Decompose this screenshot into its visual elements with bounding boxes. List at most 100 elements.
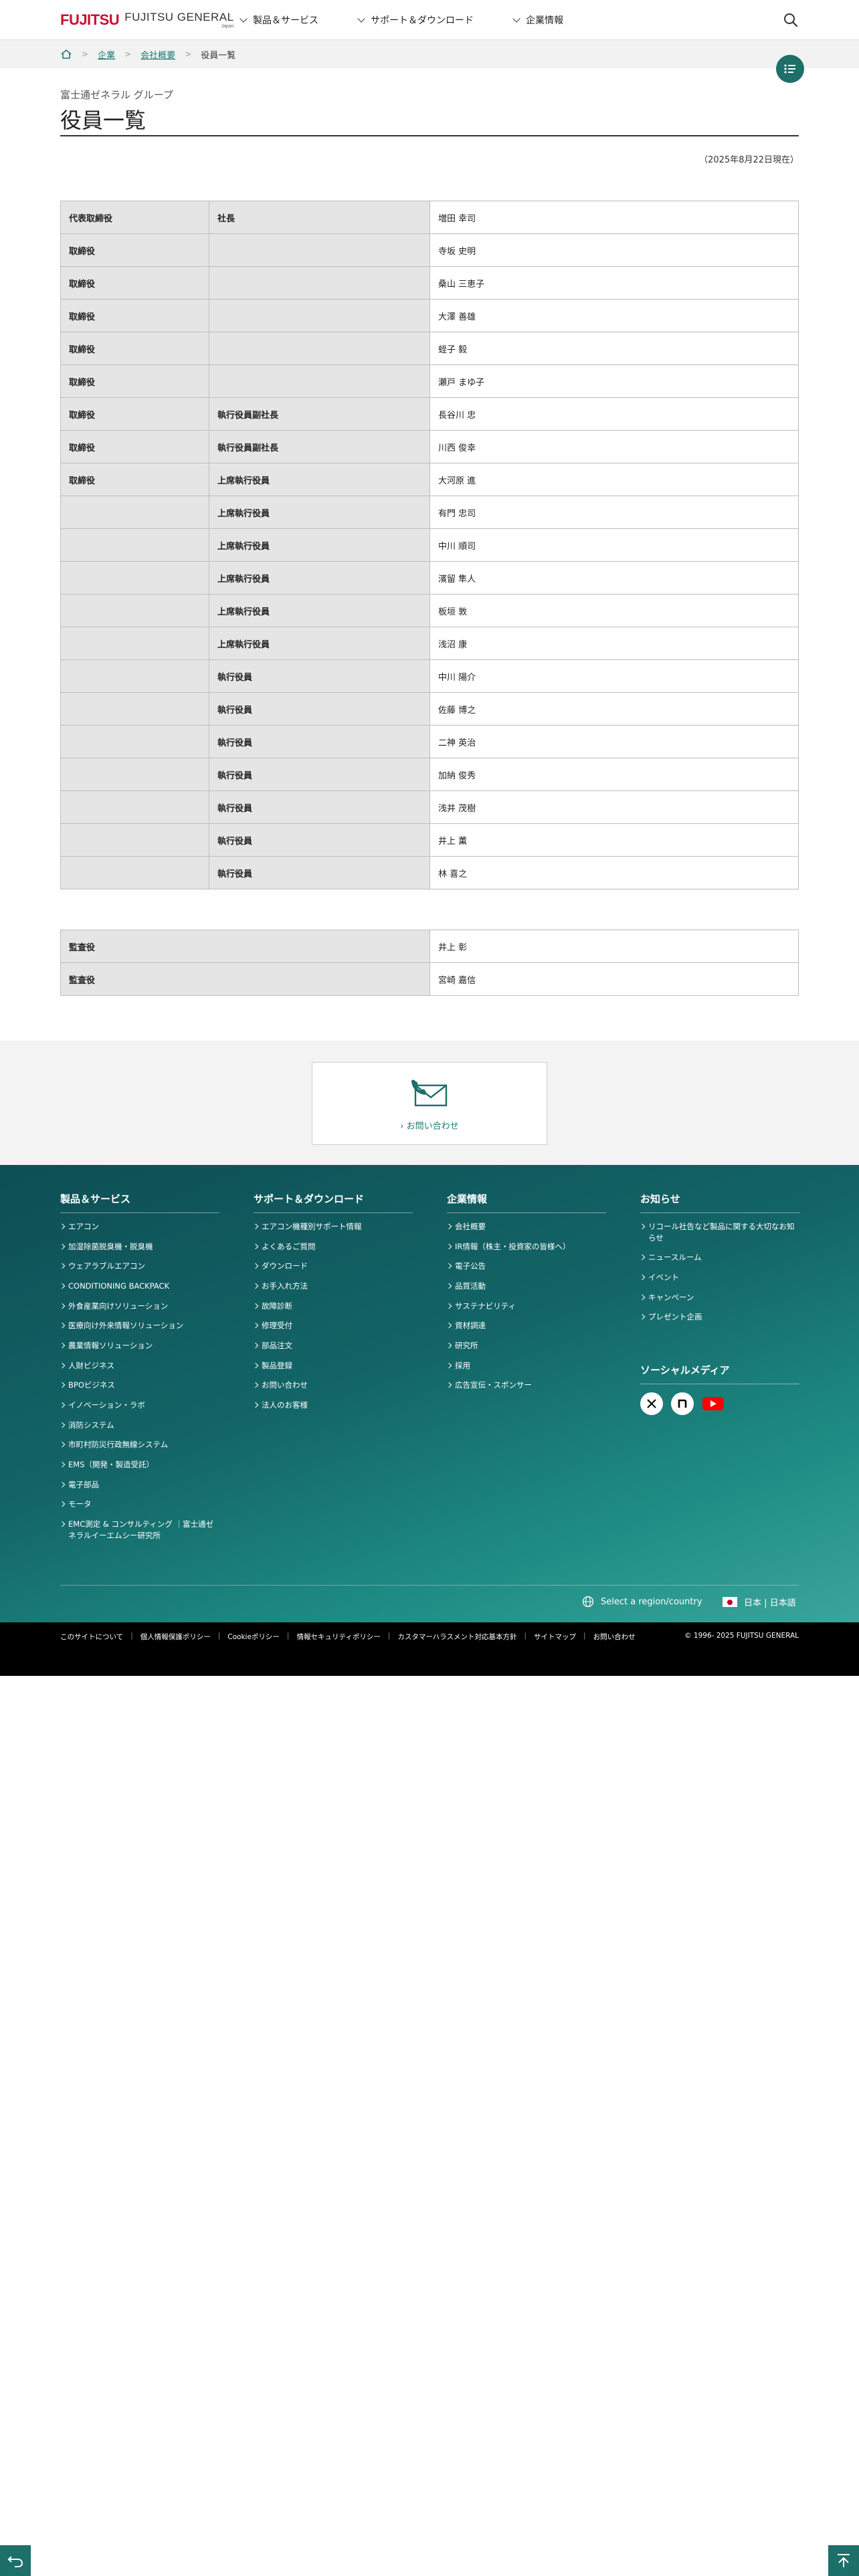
footer-link[interactable]: CONDITIONING BACKPACK [60,1281,219,1292]
officer-name: 寺坂 史明 [430,233,799,267]
footer-link[interactable]: 外食産業向けソリューション [60,1301,219,1312]
table-row: 執行役員 中川 陽介 [60,659,799,693]
officer-name: 中川 陽介 [430,659,799,693]
footer-bottom-bar: このサイトについて | 個人情報保護ポリシー | Cookieポリシー | 情報セキュリティ… [0,1622,859,1676]
contact-button[interactable]: › お問い合わせ [312,1062,547,1145]
home-icon[interactable] [60,49,72,60]
footer-link[interactable]: 法人のお客様 [254,1400,413,1411]
policy-link[interactable]: Cookieポリシー [227,1632,280,1642]
page-top-button[interactable] [828,2545,859,2576]
fujitsu-general-logo[interactable]: FUJITSU FUJITSU GENERAL Japan [60,8,234,32]
note-link[interactable] [671,1392,694,1415]
policy-link[interactable]: このサイトについて [60,1632,123,1642]
footer-link[interactable]: ダウンロード [254,1261,413,1272]
footer-link[interactable]: モータ [60,1499,219,1510]
officer-position [209,266,430,300]
footer-link[interactable]: 電子公告 [447,1261,606,1272]
footer-link[interactable]: お問い合わせ [254,1380,413,1391]
officer-role [60,692,209,726]
footer-link[interactable]: キャンペーン [640,1292,799,1303]
footer-link[interactable]: EMC測定 & コンサルティング ｜富士通ゼネラルイーエムシー研究所 [60,1519,219,1541]
officer-position: 上席執行役員 [209,528,430,562]
policy-link[interactable]: カスタマーハラスメント対応基本方針 [397,1632,516,1642]
footer-link[interactable]: 研究所 [447,1340,606,1352]
footer-link[interactable]: 加湿除菌脱臭機・脱臭機 [60,1241,219,1253]
footer-link[interactable]: 広告宣伝・スポンサー [447,1380,606,1391]
footer-link[interactable]: 電子部品 [60,1479,219,1491]
nav-support[interactable]: サポート＆ダウンロード [357,13,474,27]
policy-link[interactable]: サイトマップ [534,1632,576,1642]
youtube-link[interactable] [702,1392,725,1415]
language-selector[interactable]: 日本 | 日本語 [723,1596,796,1608]
officer-name: 中川 順司 [430,528,799,562]
footer-link[interactable]: 採用 [447,1360,606,1372]
link-separator: | [524,1632,527,1640]
footer-link[interactable]: 製品登録 [254,1360,413,1372]
footer-link[interactable]: 市町村防災行政無線システム [60,1439,219,1451]
officer-position: 社長 [209,201,430,234]
list-icon [784,64,795,74]
footer-link[interactable]: IR情報（株主・投資家の皆様へ） [447,1241,606,1253]
footer-link[interactable]: お手入れ方法 [254,1281,413,1292]
footer-col-title: サポート＆ダウンロード [254,1192,413,1213]
footer-link[interactable]: ウェアラブルエアコン [60,1261,219,1272]
footer-link[interactable]: ニュースルーム [640,1252,799,1263]
page-title: 役員一覧 [60,108,147,133]
footer-link[interactable]: 医療向け外来情報ソリューション [60,1320,219,1331]
officer-role: 取締役 [60,233,209,267]
footer-link[interactable]: 品質活動 [447,1281,606,1292]
footer-link[interactable]: EMS（開発・製造受託） [60,1459,219,1471]
breadcrumb-separator: > [185,49,192,59]
x-twitter-link[interactable] [640,1392,663,1415]
breadcrumb-company-profile[interactable]: 会社概要 [140,48,175,61]
arrow-up-icon [838,2554,850,2567]
policy-link[interactable]: 個人情報保護ポリシー [140,1632,211,1642]
back-button[interactable] [0,2545,31,2576]
table-row: 取締役 桑山 三恵子 [60,266,799,300]
officer-name: 板垣 敦 [430,594,799,627]
footer-link-list: リコール社告など製品に関する大切なお知らせニュースルーム イベントキャンペーン プレ… [640,1221,799,1323]
table-row: 執行役員 浅井 茂樹 [60,790,799,824]
officer-role [60,823,209,857]
nav-corporate[interactable]: 企業情報 [512,13,563,27]
footer-link[interactable]: 部品注文 [254,1340,413,1352]
nav-products[interactable]: 製品＆サービス [240,13,318,27]
footer-link[interactable]: 修理受付 [254,1320,413,1331]
footer-link[interactable]: 人財ビジネス [60,1360,219,1372]
back-arrow-icon [7,2556,23,2567]
table-of-contents-button[interactable] [776,55,804,83]
footer-link[interactable]: BPOビジネス [60,1380,219,1391]
footer-link[interactable]: エアコン機種別サポート情報 [254,1221,413,1232]
footer-link[interactable]: よくあるご質問 [254,1241,413,1253]
footer-link[interactable]: 会社概要 [447,1221,606,1232]
officer-role: 代表取締役 [60,201,209,234]
nav-corporate-label: 企業情報 [526,15,563,26]
footer-link[interactable]: サステナビリティ [447,1301,606,1312]
officer-role: 取締役 [60,299,209,332]
footer-link[interactable]: イノベーション・ラボ [60,1400,219,1411]
table-row: 取締役 上席執行役員 大河原 進 [60,463,799,496]
footer-col-news: お知らせ リコール社告など製品に関する大切なお知らせ ニュースルーム イベント キャン… [640,1192,799,1331]
officers-table-body: 代表取締役 社長 増田 幸司 取締役 寺坂 史明 取締役 桑山 三恵子 取締役 大澤 善雄 取締役… [60,201,799,889]
officer-role [60,790,209,824]
officer-role [60,561,209,595]
footer-link[interactable]: プレゼント企画 [640,1311,799,1323]
table-row: 執行役員 二神 英治 [60,725,799,758]
footer-link[interactable]: リコール社告など製品に関する大切なお知らせ [640,1221,799,1243]
footer-divider [60,1585,799,1586]
breadcrumb-current: 役員一覧 [201,50,236,61]
search-button[interactable] [781,11,800,29]
table-row: 執行役員 井上 薫 [60,823,799,857]
policy-link[interactable]: 情報セキュリティポリシー [296,1632,380,1642]
breadcrumb-corporate[interactable]: 企業 [98,48,115,61]
footer-link[interactable]: 故障診断 [254,1301,413,1312]
footer-link[interactable]: 資材調達 [447,1320,606,1331]
footer-link[interactable]: 消防システム [60,1420,219,1431]
site-header: FUJITSU FUJITSU GENERAL Japan 製品＆サービス サポ… [0,0,859,40]
footer-link[interactable]: 農業情報ソリューション [60,1340,219,1352]
region-selector[interactable]: Select a region/country [582,1596,702,1608]
footer-link[interactable]: イベント [640,1272,799,1283]
footer-link[interactable]: エアコン [60,1221,219,1232]
link-separator: | [130,1632,133,1640]
officers-table: 代表取締役 社長 増田 幸司 取締役 寺坂 史明 取締役 桑山 三恵子 取締役 大澤 善雄 取締役… [60,201,799,889]
